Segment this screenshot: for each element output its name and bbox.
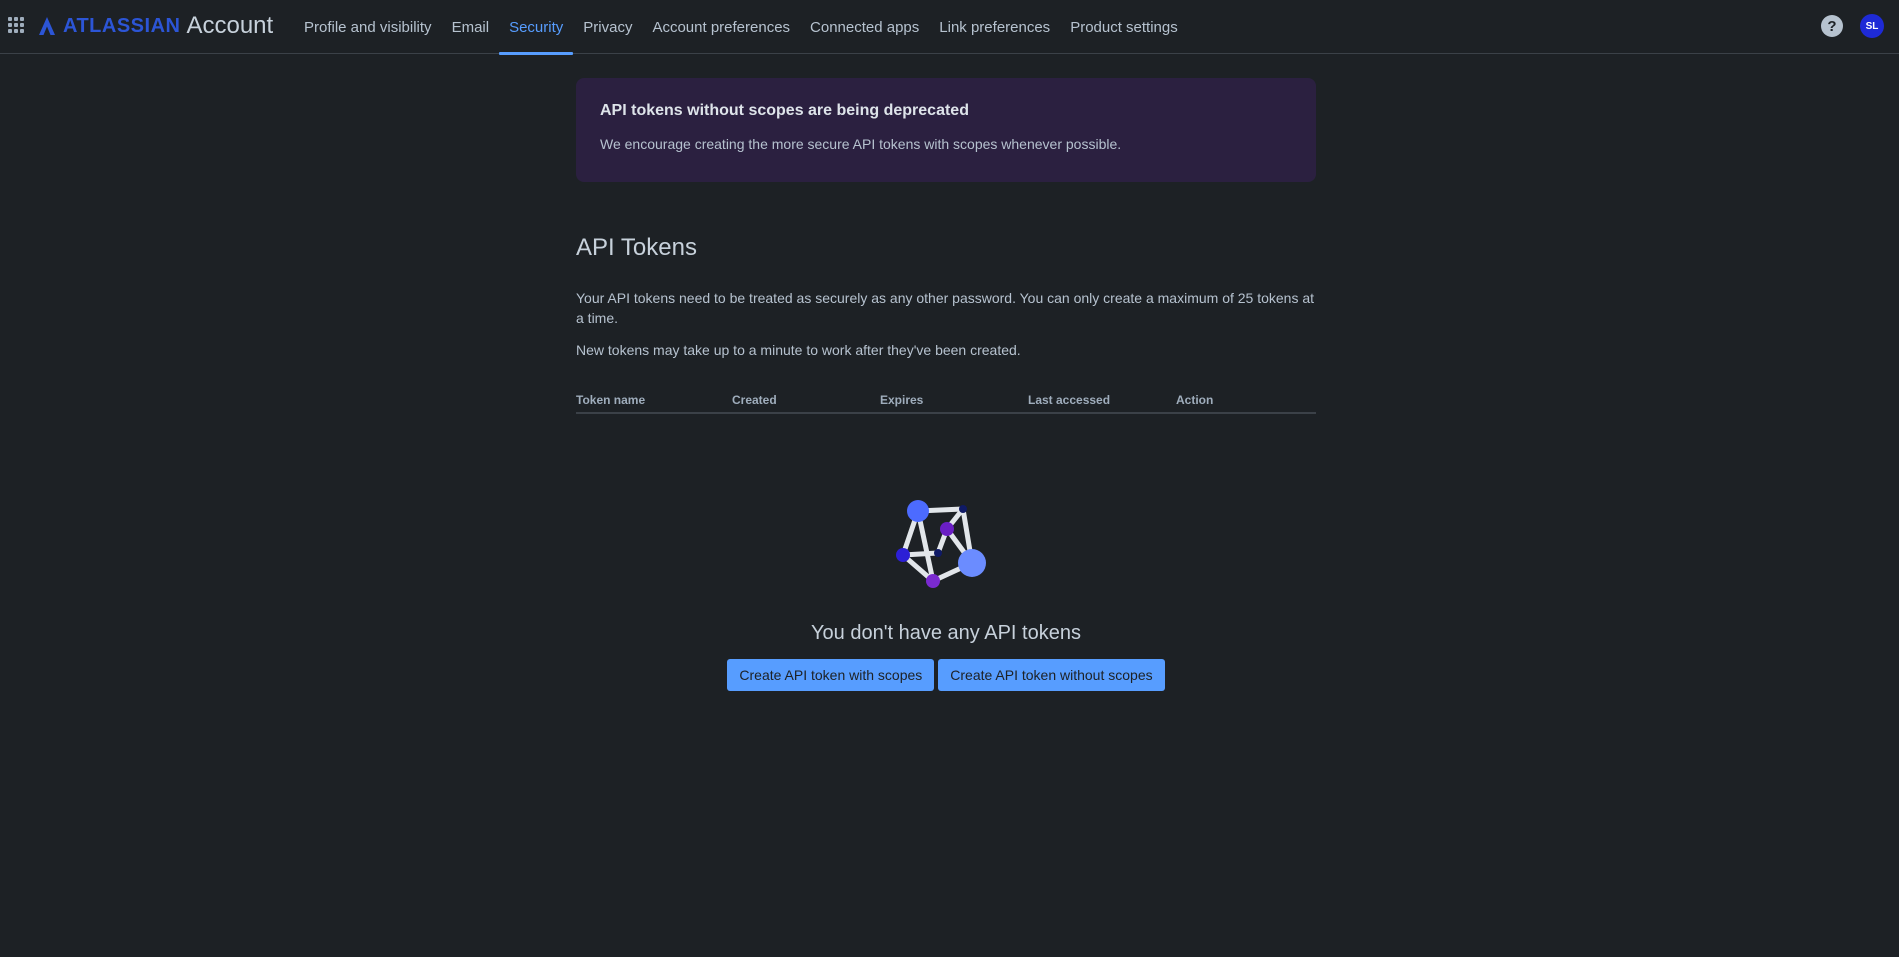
nav-product-settings[interactable]: Product settings: [1060, 0, 1188, 54]
create-api-token-without-scopes-button[interactable]: Create API token without scopes: [938, 659, 1165, 691]
product-name: Account: [186, 12, 274, 39]
nav-email[interactable]: Email: [442, 0, 500, 54]
banner-body: We encourage creating the more secure AP…: [600, 136, 1122, 152]
help-icon[interactable]: ?: [1821, 15, 1843, 37]
atlassian-account-logo[interactable]: ATLASSIAN Account: [37, 10, 273, 42]
column-action: Action: [1176, 393, 1214, 407]
page-title: API Tokens: [576, 234, 697, 261]
nav-security[interactable]: Security: [499, 0, 574, 55]
page-description: Your API tokens need to be treated as se…: [576, 290, 1315, 326]
empty-state-title: You don't have any API tokens: [811, 622, 1081, 644]
banner-title: API tokens without scopes are being depr…: [600, 102, 969, 119]
main-content: API tokens without scopes are being depr…: [576, 78, 1316, 691]
nav-connected-apps[interactable]: Connected apps: [800, 0, 929, 54]
network-nodes-illustration: [896, 500, 986, 588]
brand-name: ATLASSIAN: [63, 14, 181, 37]
atlassian-logo-icon: [39, 17, 55, 35]
deprecation-banner: API tokens without scopes are being depr…: [576, 78, 1316, 182]
account-nav: Profile and visibility Email Security Pr…: [294, 0, 1188, 55]
top-navigation: ATLASSIAN Account Profile and visibility…: [0, 0, 1899, 55]
create-api-token-with-scopes-button[interactable]: Create API token with scopes: [727, 659, 935, 691]
create-token-actions: Create API token with scopes Create API …: [576, 659, 1316, 691]
nav-account-preferences[interactable]: Account preferences: [642, 0, 800, 54]
column-token-name: Token name: [576, 393, 646, 407]
column-expires: Expires: [880, 393, 924, 407]
empty-state: You don't have any API tokens Create API…: [576, 498, 1316, 691]
tokens-table-header: Token name Created Expires Last accessed…: [576, 390, 1316, 414]
column-created: Created: [732, 393, 777, 407]
column-last-accessed: Last accessed: [1028, 393, 1111, 407]
page-note: New tokens may take up to a minute to wo…: [576, 342, 1021, 358]
nav-profile-and-visibility[interactable]: Profile and visibility: [294, 0, 442, 54]
avatar[interactable]: SL: [1860, 14, 1884, 38]
nav-privacy[interactable]: Privacy: [573, 0, 642, 54]
nav-link-preferences[interactable]: Link preferences: [929, 0, 1060, 54]
app-switcher-icon[interactable]: [8, 17, 25, 34]
